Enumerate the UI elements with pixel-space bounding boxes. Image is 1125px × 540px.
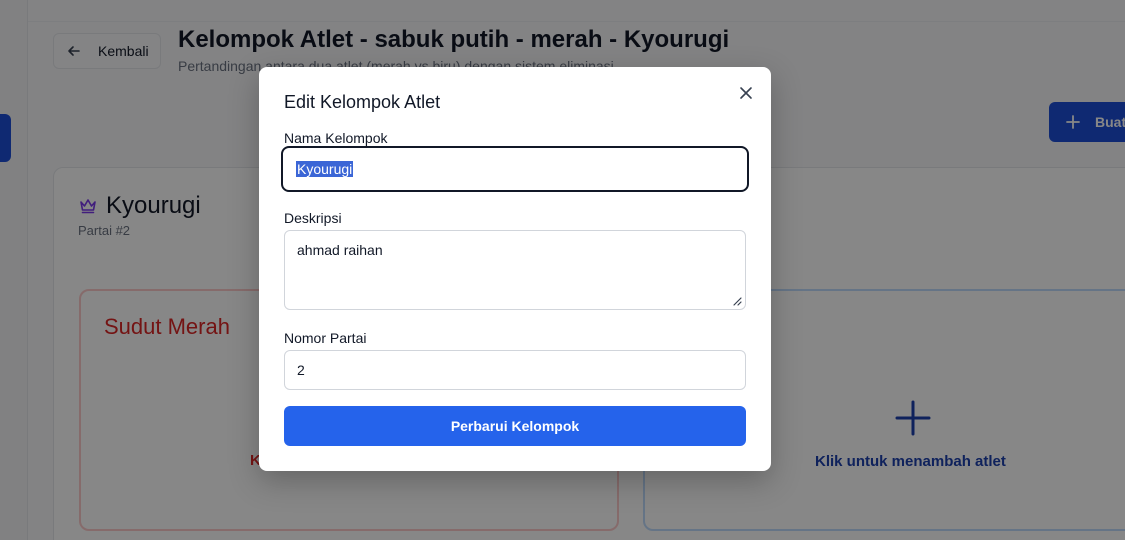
resize-grip-icon[interactable] [732, 296, 742, 306]
modal-title: Edit Kelompok Atlet [284, 92, 441, 112]
partai-number-input[interactable]: 2 [284, 350, 746, 390]
description-textarea[interactable]: ahmad raihan [284, 230, 746, 310]
close-button[interactable] [737, 84, 755, 102]
update-group-button[interactable]: Perbarui Kelompok [284, 406, 746, 446]
group-name-label: Nama Kelompok [284, 130, 388, 146]
description-value: ahmad raihan [297, 242, 383, 258]
group-name-input[interactable]: Kyourugi [281, 146, 749, 192]
close-icon [740, 87, 752, 99]
group-name-value: Kyourugi [296, 161, 354, 177]
partai-number-value: 2 [297, 362, 305, 378]
edit-group-modal: Edit Kelompok Atlet Nama Kelompok Kyouru… [259, 67, 771, 471]
partai-number-label: Nomor Partai [284, 330, 367, 346]
description-label: Deskripsi [284, 210, 342, 226]
